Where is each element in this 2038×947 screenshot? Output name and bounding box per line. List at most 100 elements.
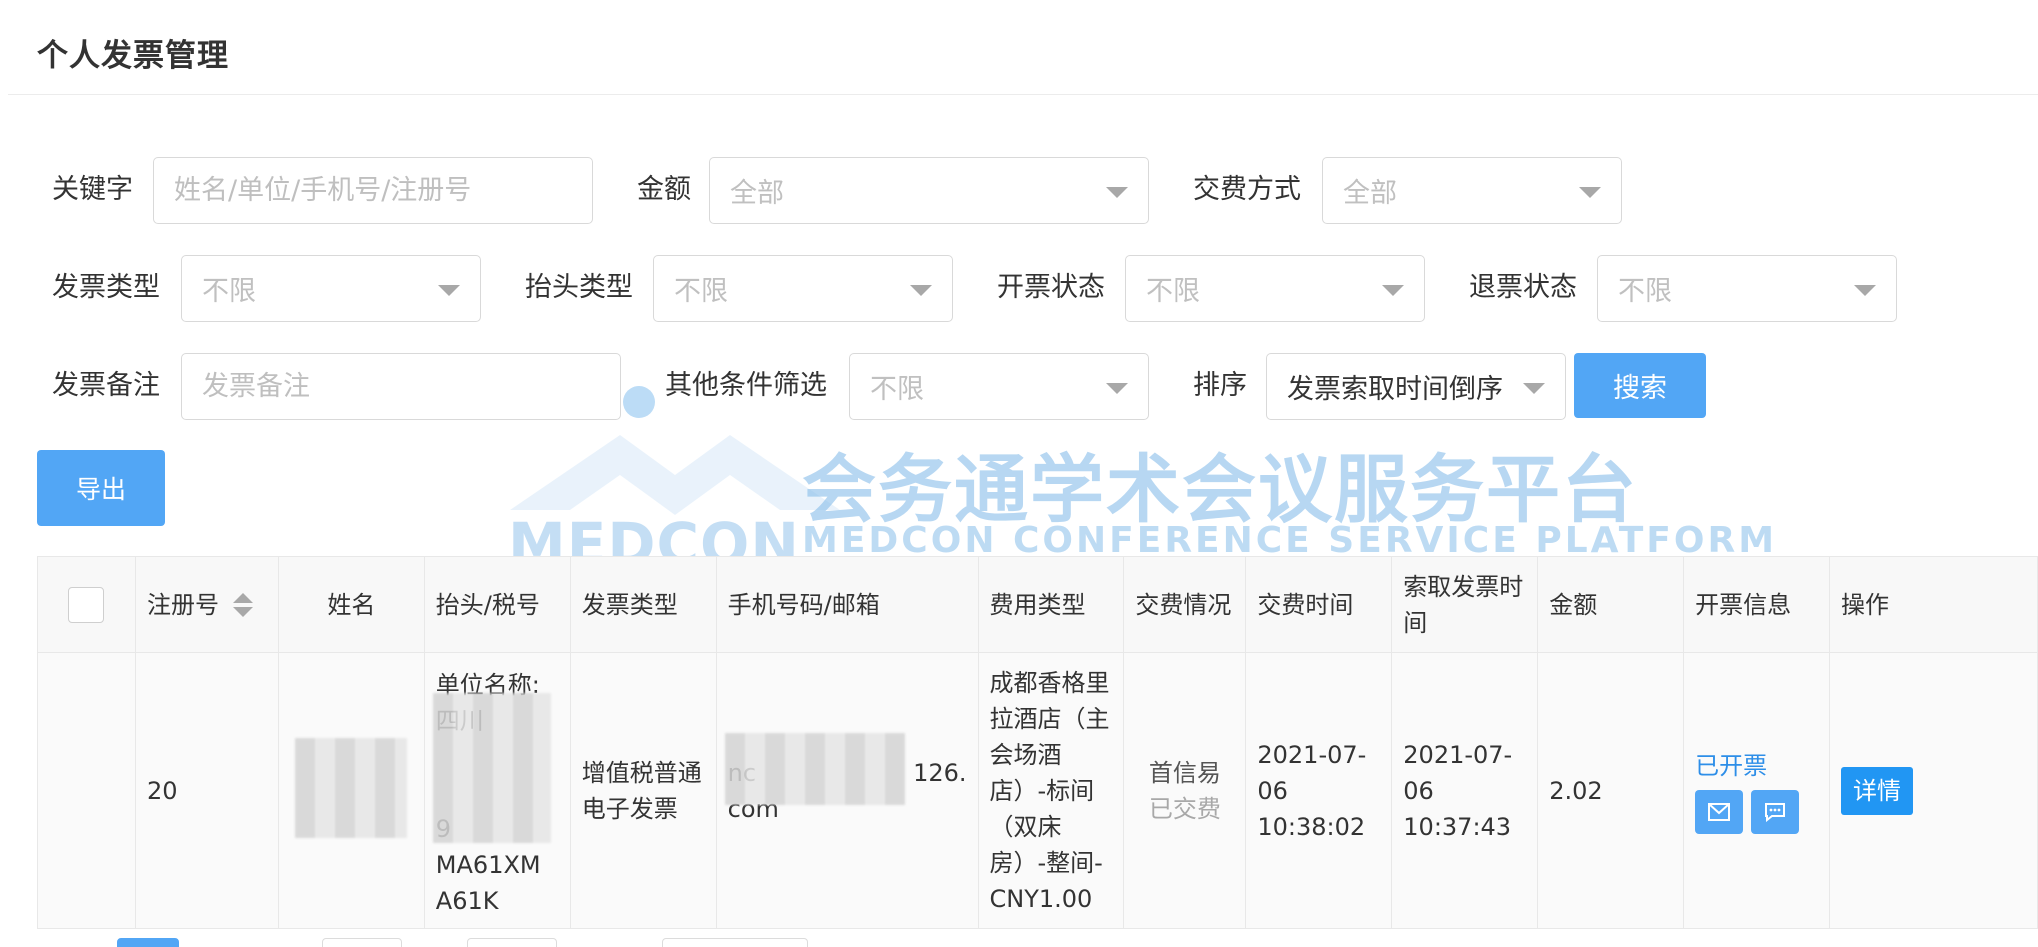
column-header-label: 姓名 [327, 590, 376, 619]
column-header-payment: 交费情况 [1124, 557, 1247, 653]
header-tax-line: A61K [435, 887, 499, 915]
column-header-label: 手机号码/邮箱 [727, 590, 880, 619]
column-header-label: 交费情况 [1135, 590, 1232, 619]
request-time-value: 2021-07-06 10:37:43 [1403, 740, 1513, 841]
sort-icon[interactable] [232, 592, 253, 617]
column-header-contact: 手机号码/邮箱 [716, 557, 979, 653]
chevron-down-icon [1106, 382, 1128, 394]
message-icon[interactable] [1751, 789, 1800, 834]
invoice-type-select[interactable]: 不限 [181, 255, 481, 322]
invoice-type-select-value: 不限 [202, 276, 256, 307]
issue-info-cell: 已开票 [1684, 653, 1831, 929]
column-header-label: 抬头/税号 [435, 590, 540, 619]
chevron-down-icon [1854, 284, 1876, 296]
refund-status-select[interactable]: 不限 [1597, 255, 1897, 322]
other-conditions-select-value: 不限 [870, 374, 924, 405]
email-icon[interactable] [1695, 789, 1744, 834]
detail-button[interactable]: 详情 [1841, 766, 1914, 815]
header-type-label: 抬头类型 [525, 272, 633, 303]
refund-status-select-value: 不限 [1618, 276, 1672, 307]
reg-no-value: 20 [146, 776, 178, 805]
invoice-table: 注册号 姓名 抬头/税号 发票类型 手机号码/邮箱 费用类型 交费情况 交费时间… [37, 556, 2038, 929]
pagination-page-size[interactable] [322, 938, 402, 947]
keyword-label: 关键字 [52, 174, 133, 205]
chevron-down-icon [438, 284, 460, 296]
export-button[interactable]: 导出 [37, 450, 165, 526]
actions-cell: 详情 [1830, 653, 2038, 929]
invoice-type-cell: 增值税普通电子发票 [570, 653, 717, 929]
redacted-contact [724, 733, 905, 805]
column-header-label: 操作 [1841, 590, 1890, 619]
keyword-input[interactable] [153, 157, 593, 224]
request-time-cell: 2021-07-06 10:37:43 [1392, 653, 1539, 929]
sort-select-value: 发票索取时间倒序 [1287, 374, 1503, 405]
select-all-checkbox[interactable] [68, 586, 105, 623]
chevron-down-icon [1523, 382, 1545, 394]
table-header: 注册号 姓名 抬头/税号 发票类型 手机号码/邮箱 费用类型 交费情况 交费时间… [38, 557, 2038, 653]
header-select-all-cell [38, 557, 136, 653]
column-header-name: 姓名 [278, 557, 425, 653]
payment-cell: 首信易 已交费 [1124, 653, 1247, 929]
column-header-label: 注册号 [146, 590, 219, 619]
paid-time-value: 2021-07-06 10:38:02 [1257, 740, 1367, 841]
chevron-down-icon [1382, 284, 1404, 296]
header-type-select-value: 不限 [674, 276, 728, 307]
issue-actions [1695, 789, 1807, 834]
fee-type-cell: 成都香格里拉酒店（主会场酒店）-标间（双床房）-整间-CNY1.00 [978, 653, 1125, 929]
title-divider [8, 94, 2038, 95]
search-button[interactable]: 搜索 [1574, 353, 1706, 418]
contact-suffix: 126. [913, 758, 967, 787]
amount-select[interactable]: 全部 [709, 157, 1149, 224]
issue-info-content: 已开票 [1695, 748, 1807, 834]
invoice-type-value: 增值税普通电子发票 [581, 758, 702, 823]
payment-channel: 首信易 [1148, 758, 1221, 787]
issue-status-select[interactable]: 不限 [1125, 255, 1425, 322]
column-header-invoice-type: 发票类型 [570, 557, 717, 653]
chevron-down-icon [1106, 186, 1128, 198]
pagination-extra[interactable] [662, 938, 808, 947]
column-header-paid-time: 交费时间 [1246, 557, 1393, 653]
column-header-request-time: 索取发票时间 [1392, 557, 1539, 653]
table-row[interactable]: 20 单位名称: 四川 9 MA61XM A61K 增值税普通电子发票 nc 1… [38, 653, 2038, 929]
invoice-note-input[interactable] [181, 353, 621, 420]
header-tax-line: MA61XM [435, 851, 541, 879]
issued-link[interactable]: 已开票 [1695, 748, 1807, 784]
refund-status-label: 退票状态 [1469, 272, 1577, 303]
header-tax-cell: 单位名称: 四川 9 MA61XM A61K [424, 653, 571, 929]
page-title: 个人发票管理 [37, 38, 229, 74]
column-header-label: 金额 [1549, 590, 1598, 619]
column-header-issue-info: 开票信息 [1684, 557, 1831, 653]
column-header-amount: 金额 [1538, 557, 1685, 653]
header-type-select[interactable]: 不限 [653, 255, 953, 322]
other-conditions-label: 其他条件筛选 [665, 370, 827, 401]
column-header-reg-no[interactable]: 注册号 [135, 557, 279, 653]
chevron-down-icon [1579, 186, 1601, 198]
other-conditions-select[interactable]: 不限 [849, 353, 1149, 420]
reg-no-cell: 20 [135, 653, 279, 929]
column-header-label: 发票类型 [581, 590, 678, 619]
invoice-type-label: 发票类型 [52, 272, 160, 303]
amount-cell: 2.02 [1538, 653, 1685, 929]
sort-label: 排序 [1193, 370, 1247, 401]
column-header-actions: 操作 [1830, 557, 2038, 653]
column-header-label: 费用类型 [989, 590, 1086, 619]
row-select-cell [38, 653, 136, 929]
column-header-header-tax: 抬头/税号 [424, 557, 571, 653]
redacted-name [294, 738, 407, 838]
amount-select-value: 全部 [730, 178, 784, 209]
redacted-tax-info [432, 693, 551, 843]
pagination-current-page[interactable] [117, 938, 179, 947]
issue-status-label: 开票状态 [997, 272, 1105, 303]
invoice-note-label: 发票备注 [52, 370, 160, 401]
amount-value: 2.02 [1549, 776, 1603, 805]
watermark-title-en: MEDCON CONFERENCE SERVICE PLATFORM [802, 520, 1778, 561]
column-header-fee-type: 费用类型 [978, 557, 1125, 653]
name-cell [278, 653, 425, 929]
payment-method-label: 交费方式 [1193, 174, 1301, 205]
pagination-jump-input[interactable] [467, 938, 557, 947]
sort-select[interactable]: 发票索取时间倒序 [1266, 353, 1566, 420]
payment-method-select[interactable]: 全部 [1322, 157, 1622, 224]
fee-type-value: 成都香格里拉酒店（主会场酒店）-标间（双床房）-整间-CNY1.00 [989, 668, 1110, 913]
payment-status: 已交费 [1148, 794, 1221, 823]
amount-label: 金额 [637, 174, 691, 205]
